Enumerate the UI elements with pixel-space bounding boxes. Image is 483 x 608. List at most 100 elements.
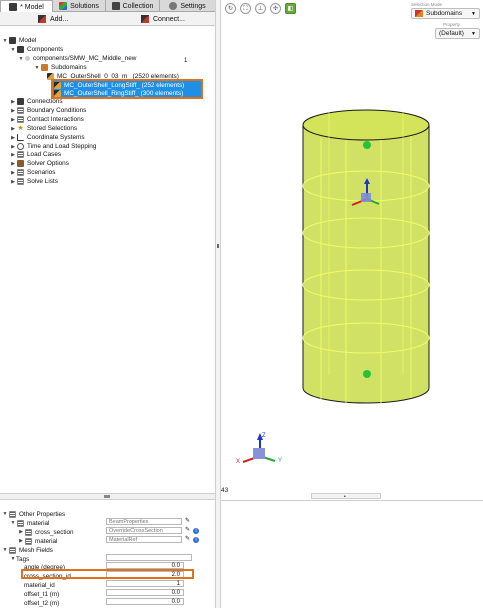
property-icon	[25, 537, 32, 545]
expand-arrow-icon[interactable]: ▶	[10, 117, 16, 123]
expand-arrow-icon[interactable]: ▶	[10, 144, 16, 150]
node-marker[interactable]	[363, 370, 371, 378]
tree-item-connections[interactable]: ▶ Connections	[10, 97, 225, 106]
expand-arrow-icon[interactable]: ▶	[10, 126, 16, 132]
contact-icon	[17, 116, 24, 123]
settings-icon	[169, 2, 178, 10]
tree-item-solvelists[interactable]: ▶ Solve Lists	[10, 177, 225, 186]
viewport-splitter[interactable]: •	[311, 493, 381, 500]
tree-label: Time and Load Stepping	[27, 143, 97, 150]
expand-arrow-icon[interactable]: ▼	[2, 511, 8, 517]
axis-x-label: X	[236, 459, 240, 465]
tree-item-contact[interactable]: ▶ Contact Interactions	[10, 115, 225, 124]
expand-arrow-icon[interactable]: ▼	[18, 56, 24, 62]
grip-icon	[104, 495, 110, 498]
expand-arrow-icon[interactable]: ▶	[10, 135, 16, 141]
expand-arrow-icon[interactable]: ▼	[2, 38, 8, 44]
solvelists-icon	[17, 178, 24, 185]
grip-icon: •	[344, 494, 346, 500]
tree-label: Contact Interactions	[27, 116, 84, 123]
model-icon	[9, 37, 16, 44]
material-id-field[interactable]: 1	[106, 580, 184, 587]
prop-label: material	[27, 519, 50, 527]
tree-label: Coordinate Systems	[27, 134, 85, 141]
model-icon	[9, 3, 18, 11]
cross-section-field[interactable]: OverrideCrossSection	[106, 527, 182, 534]
axis-icon	[17, 134, 24, 141]
tree-item-components[interactable]: ▼ Components	[10, 45, 225, 54]
info-icon[interactable]: i	[193, 528, 199, 534]
tab-solutions[interactable]: Solutions	[53, 0, 106, 12]
connections-icon	[17, 98, 24, 105]
expand-arrow-icon[interactable]: ▶	[10, 99, 16, 105]
offset-t2-field[interactable]: 0.0	[106, 598, 184, 605]
expand-arrow-icon[interactable]: ▶	[10, 152, 16, 158]
clock-icon	[17, 143, 24, 150]
prop-label: Tags	[16, 555, 30, 563]
components-icon	[17, 46, 24, 53]
prop-label: material	[35, 537, 58, 545]
star-icon: ★	[17, 125, 24, 132]
tree-item-loadcases[interactable]: ▶ Load Cases	[10, 150, 225, 159]
expand-arrow-icon[interactable]: ▼	[2, 547, 8, 553]
tree-item-coords[interactable]: ▶ Coordinate Systems	[10, 133, 225, 142]
add-button[interactable]: Add...	[38, 14, 68, 24]
tab-label: Solutions	[70, 2, 99, 10]
expand-arrow-icon[interactable]: ▶	[18, 538, 24, 544]
prop-section-mesh-fields[interactable]: ▼ Mesh Fields	[2, 546, 217, 554]
edit-pencil-icon[interactable]: ✎	[184, 536, 191, 543]
expand-arrow-icon[interactable]: ▶	[10, 179, 16, 185]
cylinder-model[interactable]: Z Y X	[221, 0, 483, 494]
material-field[interactable]: BeamProperties	[106, 518, 182, 525]
tree-label: Scenarios	[27, 169, 56, 176]
tab-label: * Model	[20, 3, 44, 11]
material-ref-field[interactable]: MaterialRef	[106, 536, 182, 543]
tree-item-stored[interactable]: ▶ ★ Stored Selections	[10, 124, 225, 133]
scenarios-icon	[17, 169, 24, 176]
tree-item-scenarios[interactable]: ▶ Scenarios	[10, 168, 225, 177]
selection-highlight	[51, 79, 203, 99]
solver-icon	[17, 160, 24, 167]
expand-arrow-icon[interactable]: ▼	[34, 65, 40, 71]
tree-label: Model	[19, 37, 37, 44]
frame-number: 43	[221, 487, 229, 494]
offset-t1-field[interactable]: 0.0	[106, 589, 184, 596]
tree-label: Solver Options	[27, 160, 69, 167]
tree-label: components/SMW_MC_Middle_new	[33, 55, 137, 62]
edit-pencil-icon[interactable]: ✎	[184, 518, 191, 525]
property-icon	[25, 528, 32, 536]
panel-splitter[interactable]	[0, 493, 215, 500]
tab-collection[interactable]: Collection	[106, 0, 160, 12]
tree-label: Solve Lists	[27, 178, 58, 185]
tree-label: Load Cases	[27, 151, 62, 158]
field-highlight	[21, 569, 194, 579]
tree-item-solver[interactable]: ▶ Solver Options	[10, 159, 225, 168]
expand-arrow-icon[interactable]: ▶	[10, 170, 16, 176]
subdomains-icon	[41, 64, 48, 71]
axis-gizmo-icon	[242, 433, 276, 463]
expand-arrow-icon[interactable]: ▶	[10, 108, 16, 114]
tree-label: Stored Selections	[27, 125, 78, 132]
prop-section-other[interactable]: ▼ Other Properties	[2, 510, 217, 518]
tree-item-model[interactable]: ▼ Model	[2, 36, 217, 45]
expand-arrow-icon[interactable]: ▶	[10, 161, 16, 167]
prop-label: cross_section	[35, 528, 74, 536]
tree-item-boundary[interactable]: ▶ Boundary Conditions	[10, 106, 225, 115]
tab-settings[interactable]: Settings	[160, 0, 215, 12]
cylinder-body	[302, 109, 430, 404]
angle-field[interactable]: 0.0	[106, 562, 184, 569]
node-marker[interactable]	[363, 141, 371, 149]
prop-label: Other Properties	[19, 510, 66, 518]
prop-label: offset_t2 (m)	[24, 599, 60, 607]
info-icon[interactable]: i	[193, 537, 199, 543]
expand-arrow-icon[interactable]: ▼	[10, 520, 16, 526]
3d-viewport[interactable]: ↻ ⛶ ⊥ ✣ ◧ Selection Mode Subdomains ▼ Pr…	[221, 0, 483, 494]
connect-button[interactable]: Connect...	[141, 14, 185, 24]
expand-arrow-icon[interactable]: ▼	[10, 47, 16, 53]
tree-item-component-file[interactable]: ▼ components/SMW_MC_Middle_new	[18, 54, 233, 63]
connect-icon	[141, 15, 149, 23]
tags-field[interactable]	[106, 554, 192, 561]
expand-arrow-icon[interactable]: ▶	[18, 529, 24, 535]
axis-z-label: Z	[262, 433, 266, 439]
edit-pencil-icon[interactable]: ✎	[184, 527, 191, 534]
